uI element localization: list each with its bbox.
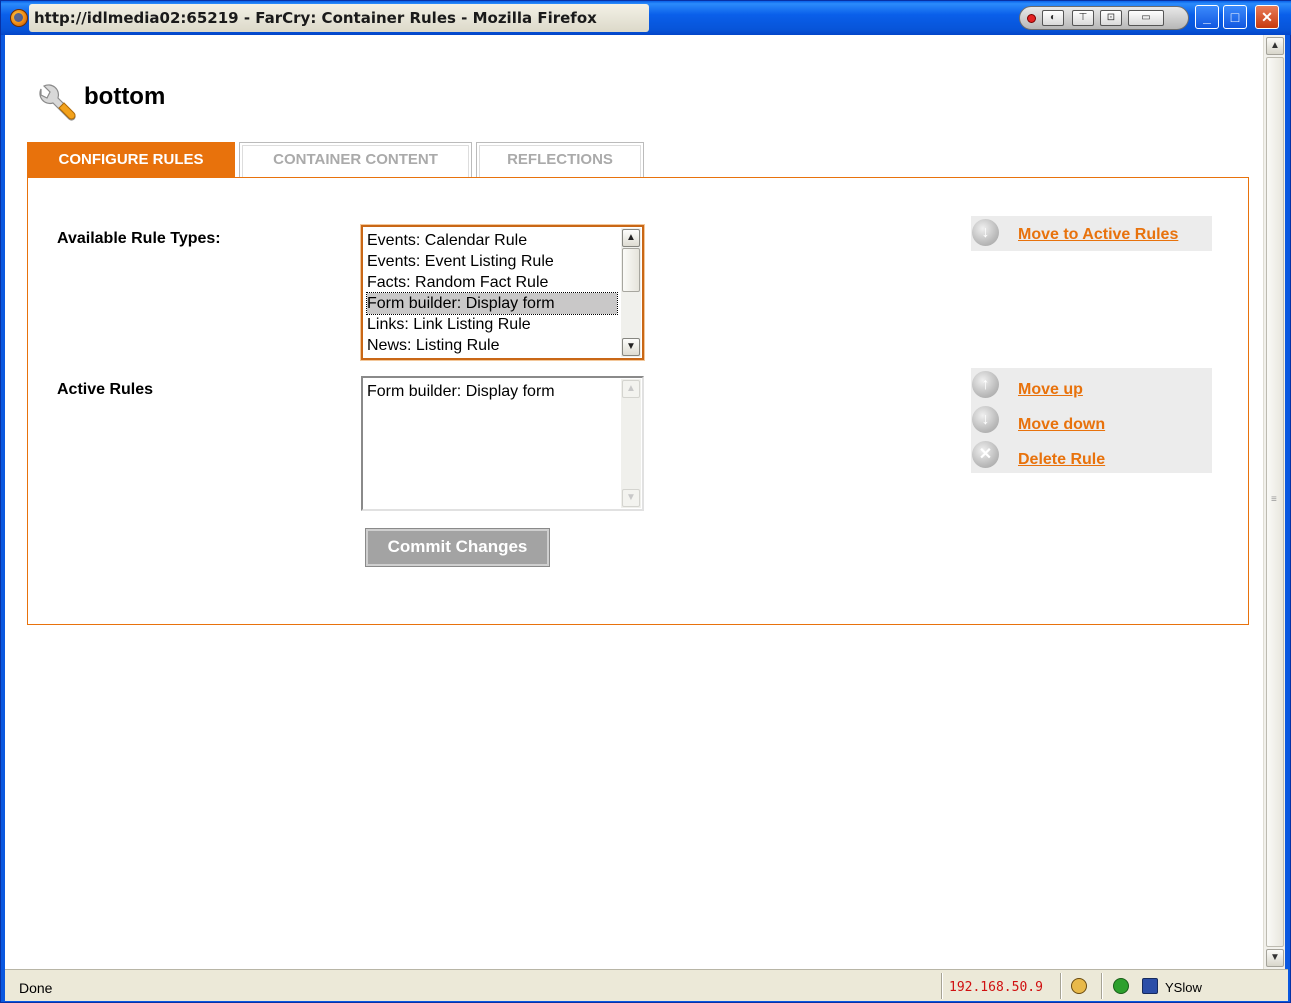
check-icon[interactable] <box>1113 978 1129 994</box>
status-divider <box>941 973 943 999</box>
commit-changes-button[interactable]: Commit Changes <box>365 528 550 567</box>
scroll-down-icon[interactable]: ▼ <box>622 489 640 507</box>
delete-circle-icon: ✕ <box>972 441 999 468</box>
title-area: http://idlmedia02:65219 - FarCry: Contai… <box>29 4 649 32</box>
screen-icon[interactable]: ▭ <box>1128 10 1164 26</box>
list-item[interactable]: Links: Link Listing Rule <box>367 314 617 335</box>
window-icon[interactable]: ⊡ <box>1100 10 1122 26</box>
move-down-row[interactable]: ↓ Move down <box>971 406 1212 436</box>
move-up-row[interactable]: ↑ Move up <box>971 371 1212 401</box>
list-item[interactable]: Events: Calendar Rule <box>367 230 617 251</box>
status-divider <box>1101 973 1103 999</box>
move-to-active-row[interactable]: ↓ Move to Active Rules <box>971 219 1212 249</box>
status-ip: 192.168.50.9 <box>949 980 1043 995</box>
tab-reflections[interactable]: REFLECTIONS <box>476 142 644 178</box>
list-item-selected[interactable]: Form builder: Display form <box>366 292 618 315</box>
browser-window: http://idlmedia02:65219 - FarCry: Contai… <box>0 0 1291 1003</box>
move-to-active-box: ↓ Move to Active Rules <box>971 216 1212 251</box>
scroll-thumb[interactable] <box>622 248 640 292</box>
yslow-label[interactable]: YSlow <box>1165 980 1202 995</box>
yslow-icon[interactable] <box>1142 978 1158 994</box>
list-item[interactable]: Form builder: Display form <box>367 381 617 402</box>
tab-container-content[interactable]: CONTAINER CONTENT <box>239 142 472 178</box>
active-rules-label: Active Rules <box>57 381 154 398</box>
list-item[interactable]: News: Listing Rule <box>367 335 617 356</box>
active-rules-list[interactable]: Form builder: Display form ▲ ▼ <box>361 376 644 511</box>
scroll-down-icon[interactable]: ▼ <box>622 338 640 356</box>
wrench-icon <box>39 84 76 121</box>
move-up-link[interactable]: Move up <box>1018 381 1083 399</box>
close-button[interactable]: ✕ <box>1255 5 1279 29</box>
status-text: Done <box>19 980 53 996</box>
title-bar: http://idlmedia02:65219 - FarCry: Contai… <box>1 1 1291 35</box>
page-scrollbar[interactable]: ▲ ▼ <box>1263 35 1285 969</box>
download-icon[interactable]: ⊤ <box>1072 10 1094 26</box>
greasemonkey-icon[interactable] <box>1071 978 1087 994</box>
available-rules-list[interactable]: Events: Calendar Rule Events: Event List… <box>361 225 644 360</box>
delete-rule-row[interactable]: ✕ Delete Rule <box>971 441 1212 471</box>
status-bar: Done 192.168.50.9 YSlow <box>5 969 1288 1001</box>
move-down-link[interactable]: Move down <box>1018 416 1105 434</box>
available-list-scrollbar[interactable]: ▲ ▼ <box>621 228 641 357</box>
active-list-scrollbar[interactable]: ▲ ▼ <box>621 379 641 508</box>
active-actions-box: ↑ Move up ↓ Move down ✕ Delete Rule <box>971 368 1212 473</box>
scroll-up-icon[interactable]: ▲ <box>622 229 640 247</box>
window-title: http://idlmedia02:65219 - FarCry: Contai… <box>34 9 597 27</box>
scroll-up-icon[interactable]: ▲ <box>622 380 640 398</box>
scroll-down-icon[interactable]: ▼ <box>1266 949 1284 967</box>
delete-rule-link[interactable]: Delete Rule <box>1018 451 1105 469</box>
scroll-thumb[interactable] <box>1266 57 1284 947</box>
list-item[interactable]: Facts: Random Fact Rule <box>367 272 617 293</box>
firefox-icon <box>10 9 28 27</box>
scroll-up-icon[interactable]: ▲ <box>1266 37 1284 55</box>
record-icon[interactable] <box>1027 14 1036 23</box>
available-rules-label: Available Rule Types: <box>57 230 221 247</box>
page-title: bottom <box>84 83 166 110</box>
arrow-down-circle-icon: ↓ <box>972 406 999 433</box>
arrow-down-circle-icon: ↓ <box>972 219 999 246</box>
maximize-button[interactable]: □ <box>1223 5 1247 29</box>
lock-icon[interactable]: ◐ <box>1042 10 1064 26</box>
minimize-button[interactable]: _ <box>1195 5 1219 29</box>
move-to-active-link[interactable]: Move to Active Rules <box>1018 226 1178 244</box>
list-item[interactable]: Events: Event Listing Rule <box>367 251 617 272</box>
status-divider <box>1060 973 1062 999</box>
tab-configure-rules[interactable]: CONFIGURE RULES <box>27 142 235 178</box>
title-toolbar: ◐ ⊤ ⊡ ▭ <box>1019 6 1189 30</box>
arrow-up-circle-icon: ↑ <box>972 371 999 398</box>
